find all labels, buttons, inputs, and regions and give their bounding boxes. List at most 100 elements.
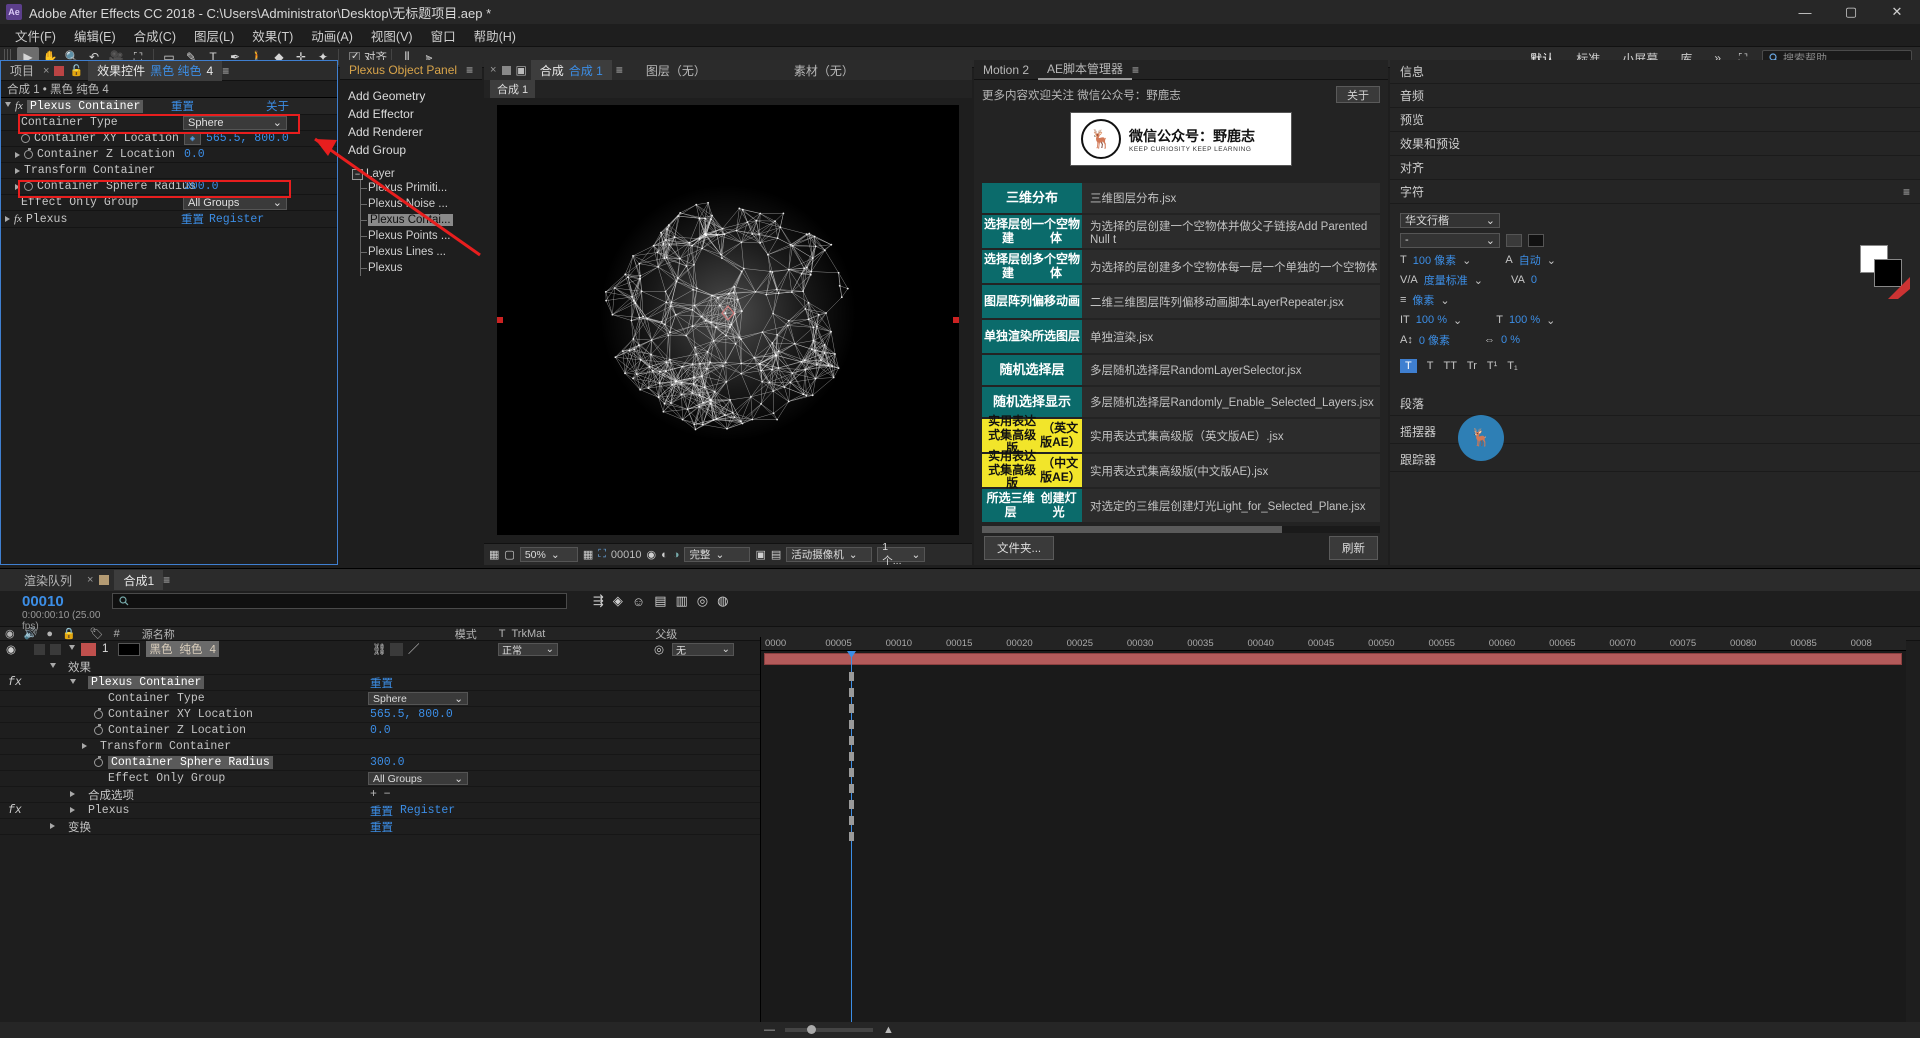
timeline-property-row[interactable]: Container Sphere Radius300.0: [0, 755, 760, 771]
keyframe-marker[interactable]: [849, 736, 854, 745]
tracking-value[interactable]: 0: [1531, 274, 1537, 286]
param-value-sphere-radius[interactable]: 300.0: [184, 180, 219, 193]
timeline-property-row[interactable]: Transform Container: [0, 739, 760, 755]
tree-item-plexus-container[interactable]: Plexus Contai...: [340, 212, 482, 228]
script-row[interactable]: 所选三维层创建灯光对选定的三维层创建灯光Light_for_Selected_P…: [982, 489, 1380, 522]
property-value[interactable]: 重置: [370, 803, 393, 819]
keyframe-marker[interactable]: [849, 832, 854, 841]
tab-close-icon[interactable]: ×: [43, 65, 49, 77]
tab-render-queue[interactable]: 渲染队列: [0, 570, 81, 590]
source-name-column[interactable]: 源名称: [142, 626, 175, 642]
comp-tab-close-icon[interactable]: ×: [490, 64, 496, 76]
tab-composition-1[interactable]: 合成1: [114, 570, 163, 590]
comp-lock-icon[interactable]: [502, 66, 511, 75]
plexus-reset-link[interactable]: 重置: [181, 211, 204, 227]
menu-animation[interactable]: 动画(A): [302, 24, 362, 47]
frame-blending-icon[interactable]: ▤: [654, 593, 666, 609]
faux-bold-button[interactable]: T: [1400, 359, 1417, 373]
leading-value[interactable]: 自动: [1519, 252, 1541, 268]
font-style-dropdown[interactable]: - ⌄: [1400, 233, 1500, 248]
zoom-in-icon[interactable]: ▲: [883, 1024, 894, 1036]
script-row[interactable]: 随机选择层多层随机选择层RandomLayerSelector.jsx: [982, 355, 1380, 385]
add-renderer-button[interactable]: Add Renderer: [344, 124, 478, 140]
effect-row-plexus-container[interactable]: fx Plexus Container 重置 关于: [1, 98, 337, 115]
param-value-container-xy[interactable]: 565.5, 800.0: [206, 132, 289, 145]
expand-triangle-icon[interactable]: [70, 791, 75, 797]
timeline-property-row[interactable]: fxPlexus重置Register: [0, 803, 760, 819]
property-value[interactable]: 重置: [370, 675, 393, 691]
small-caps-button[interactable]: Tr: [1467, 360, 1477, 372]
tab-footage[interactable]: 素材（无）: [785, 60, 863, 80]
effect-reset-link[interactable]: 重置: [171, 98, 194, 114]
fill-color-swatch[interactable]: [1506, 234, 1522, 247]
timeline-property-row[interactable]: Container TypeSphere⌄: [0, 691, 760, 707]
tree-item-plexus-points[interactable]: Plexus Points ...: [340, 228, 482, 244]
layer-duration-bar[interactable]: [764, 653, 1902, 665]
tab-ae-script-manager[interactable]: AE脚本管理器: [1038, 60, 1132, 80]
layer-parent-pick-icon[interactable]: ◎: [654, 642, 664, 656]
layer-solo-box[interactable]: [34, 644, 45, 655]
collapse-box-icon[interactable]: −: [352, 169, 363, 180]
region-of-interest-icon[interactable]: ⛶: [598, 548, 606, 561]
add-remove-icon[interactable]: + −: [370, 788, 391, 801]
region-icon[interactable]: ▣: [755, 548, 765, 561]
composition-chip[interactable]: 合成 1: [490, 80, 535, 98]
script-button[interactable]: 选择层创建一个空物体: [982, 215, 1082, 248]
expand-triangle-icon-plexus[interactable]: [5, 216, 10, 222]
current-time-display[interactable]: 00010 0:00:00:10 (25.00 fps): [6, 593, 102, 632]
section-effects-presets[interactable]: 效果和预设: [1390, 132, 1920, 156]
chevron-down-icon-leading[interactable]: ⌄: [1547, 254, 1556, 267]
timeline-property-row[interactable]: Container Z Location0.0: [0, 723, 760, 739]
tree-item-plexus-noise[interactable]: Plexus Noise ...: [340, 196, 482, 212]
script-list[interactable]: 三维分布三维图层分布.jsx选择层创建一个空物体为选择的层创建一个空物体并做父子…: [982, 183, 1380, 531]
channel-icon[interactable]: ◑: [673, 549, 680, 561]
character-panel-menu-icon[interactable]: ≡: [1903, 185, 1910, 199]
audio-toggle-icon[interactable]: 🔊: [24, 627, 38, 640]
comp-panel-menu-icon[interactable]: ≡: [616, 63, 623, 77]
graph-editor-icon[interactable]: ◎: [697, 593, 708, 609]
property-value[interactable]: 0.0: [370, 724, 391, 737]
chevron-down-icon-kern[interactable]: ⌄: [1474, 274, 1483, 287]
layer-expand-triangle-icon[interactable]: [69, 645, 75, 653]
layer-parent-dropdown[interactable]: 无⌄: [672, 643, 734, 656]
refresh-button[interactable]: 刷新: [1329, 536, 1378, 560]
zoom-out-icon[interactable]: —: [764, 1024, 775, 1036]
effect-row-container-z[interactable]: Container Z Location 0.0: [1, 147, 337, 163]
script-button[interactable]: 图层阵列偏移动画: [982, 285, 1082, 318]
menu-effect[interactable]: 效果(T): [243, 24, 302, 47]
tab-plexus-object-panel[interactable]: Plexus Object Panel: [340, 60, 466, 80]
keyframe-marker[interactable]: [849, 768, 854, 777]
keyframe-marker[interactable]: [849, 688, 854, 697]
font-size-row[interactable]: T 100 像素 ⌄ A 自动 ⌄: [1400, 250, 1910, 270]
script-button[interactable]: 选择层创建多个空物体: [982, 250, 1082, 283]
property-value[interactable]: 300.0: [370, 756, 405, 769]
effect-about-link[interactable]: 关于: [266, 98, 289, 114]
view-layout-dropdown[interactable]: 1 个... ⌄: [877, 547, 925, 562]
plexus-panel-menu-icon[interactable]: ≡: [466, 63, 473, 77]
keyframe-marker[interactable]: [849, 816, 854, 825]
tab-layer[interactable]: 图层（无）: [637, 60, 715, 80]
stopwatch-icon[interactable]: [94, 726, 103, 735]
keyframe-nav-icon[interactable]: ◈: [184, 132, 201, 145]
script-row[interactable]: 实用表达式集高级版（英文版AE）实用表达式集高级版（英文版AE）.jsx: [982, 419, 1380, 452]
section-character[interactable]: 字符 ≡: [1390, 180, 1920, 204]
script-button[interactable]: 所选三维层创建灯光: [982, 489, 1082, 522]
menu-edit[interactable]: 编辑(E): [65, 24, 125, 47]
timeline-property-row[interactable]: Container XY Location565.5, 800.0: [0, 707, 760, 723]
container-type-dropdown[interactable]: Sphere ⌄: [183, 116, 287, 130]
effect-row-sphere-radius[interactable]: Container Sphere Radius 300.0: [1, 179, 337, 195]
timeline-panel-menu-icon[interactable]: ≡: [163, 573, 170, 587]
timeline-property-row[interactable]: Effect Only GroupAll Groups⌄: [0, 771, 760, 787]
kerning-row[interactable]: V/A 度量标准 ⌄ VA 0: [1400, 270, 1910, 290]
script-button[interactable]: 三维分布: [982, 183, 1082, 213]
transparency-grid-icon[interactable]: ▤: [771, 548, 781, 561]
camera-dropdown[interactable]: 活动摄像机 ⌄: [786, 547, 872, 562]
superscript-button[interactable]: T¹: [1487, 360, 1497, 372]
timeline-tab-close-icon[interactable]: ×: [87, 574, 93, 586]
motion-blur-icon[interactable]: ▥: [675, 593, 687, 609]
close-button[interactable]: ✕: [1874, 0, 1920, 24]
minimize-button[interactable]: —: [1782, 0, 1828, 24]
draft-3d-icon[interactable]: ◈: [613, 593, 623, 609]
chevron-down-icon-vscale[interactable]: ⌄: [1453, 314, 1462, 327]
section-info[interactable]: 信息: [1390, 60, 1920, 84]
